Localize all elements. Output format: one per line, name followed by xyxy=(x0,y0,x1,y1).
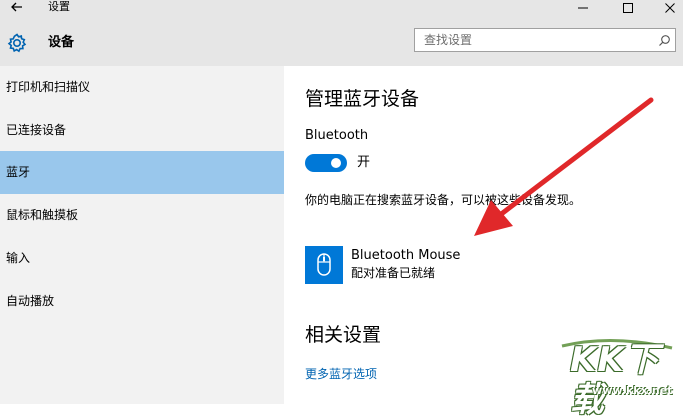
search-icon[interactable] xyxy=(658,34,671,47)
page-header: 设备 查找设置 xyxy=(0,16,683,66)
window-title: 设置 xyxy=(48,0,70,13)
arrow-left-icon xyxy=(11,2,22,12)
more-bluetooth-options-link[interactable]: 更多蓝牙选项 xyxy=(305,366,377,382)
search-input[interactable]: 查找设置 xyxy=(414,28,676,52)
sidebar-item-label: 输入 xyxy=(6,251,31,265)
maximize-button[interactable] xyxy=(613,0,643,16)
gear-icon xyxy=(7,33,27,53)
device-name[interactable]: Bluetooth Mouse xyxy=(351,248,460,264)
toggle-knob xyxy=(331,158,341,168)
device-status: 配对准备已就绪 xyxy=(351,266,436,280)
sidebar-item-printers[interactable]: 打印机和扫描仪 xyxy=(0,66,284,109)
sidebar-item-label: 蓝牙 xyxy=(6,165,31,179)
sidebar-item-label: 已连接设备 xyxy=(6,123,67,137)
discovery-status: 你的电脑正在搜索蓝牙设备，可以被这些设备发现。 xyxy=(305,193,582,207)
sidebar-item-connected-devices[interactable]: 已连接设备 xyxy=(0,109,284,152)
watermark-url: www.kkx.net xyxy=(592,384,673,397)
sidebar-item-label: 打印机和扫描仪 xyxy=(6,80,91,94)
sidebar-item-mouse-touchpad[interactable]: 鼠标和触摸板 xyxy=(0,194,284,237)
related-settings-heading: 相关设置 xyxy=(305,324,382,346)
device-tile[interactable] xyxy=(305,246,343,284)
sidebar-item-label: 鼠标和触摸板 xyxy=(6,208,79,222)
close-icon xyxy=(665,3,675,13)
minimize-icon xyxy=(578,7,588,9)
sidebar-item-label: 自动播放 xyxy=(6,294,55,308)
close-button[interactable] xyxy=(655,0,683,16)
title-bar: 设置 xyxy=(0,0,683,16)
search-placeholder: 查找设置 xyxy=(424,33,473,47)
back-button[interactable] xyxy=(8,0,26,16)
toggle-state-label: 开 xyxy=(357,155,371,170)
mouse-icon xyxy=(317,253,331,276)
sidebar-item-autoplay[interactable]: 自动播放 xyxy=(0,280,284,323)
minimize-button[interactable] xyxy=(568,0,598,16)
watermark-logo-text: KK下载 xyxy=(570,340,660,420)
section-heading: 管理蓝牙设备 xyxy=(305,88,420,110)
page-title: 设备 xyxy=(48,35,75,50)
bluetooth-toggle[interactable] xyxy=(305,154,347,172)
maximize-icon xyxy=(623,3,633,13)
sidebar-item-bluetooth[interactable]: 蓝牙 xyxy=(0,151,284,194)
sidebar-item-typing[interactable]: 输入 xyxy=(0,237,284,280)
bluetooth-label: Bluetooth xyxy=(305,128,369,143)
sidebar: 打印机和扫描仪 已连接设备 蓝牙 鼠标和触摸板 输入 自动播放 xyxy=(0,66,284,404)
